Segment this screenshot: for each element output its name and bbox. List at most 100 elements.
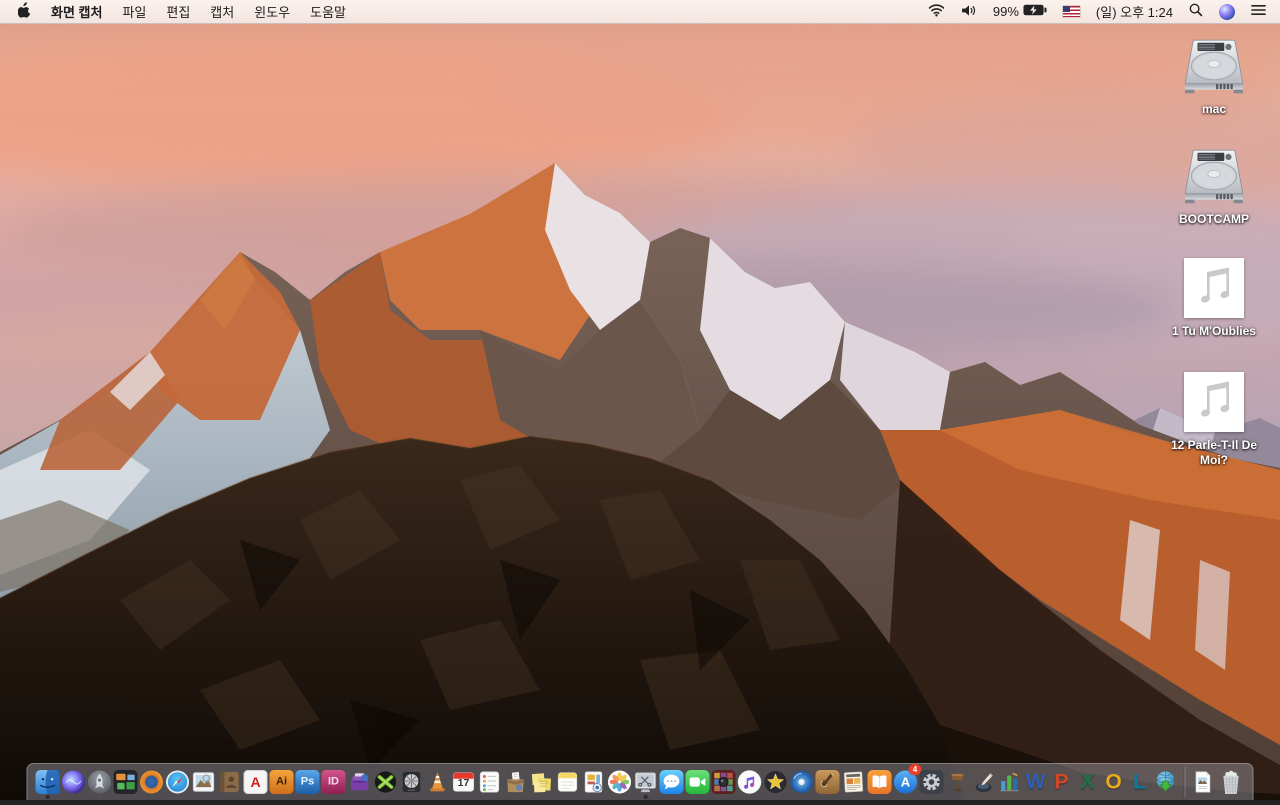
indesign-dock-icon[interactable]: ID	[321, 767, 347, 797]
image-file-dock-icon[interactable]	[1190, 767, 1216, 797]
finder-dock-icon[interactable]	[35, 767, 61, 799]
word-dock-icon[interactable]: W	[1023, 767, 1049, 797]
fan-drive-dock-icon[interactable]	[399, 767, 425, 797]
menu-item-3[interactable]: 캡처	[200, 0, 244, 23]
siri-dock-icon[interactable]	[61, 767, 87, 797]
firefox-dock-icon[interactable]	[139, 767, 165, 797]
notes-dock-icon[interactable]	[555, 767, 581, 797]
calendar-dock-icon[interactable]: 17	[451, 767, 477, 797]
notes-icon	[556, 770, 580, 794]
pages-dock-icon[interactable]	[971, 767, 997, 797]
desktop-icon-label: 12 Parle-T-Il De Moi?	[1170, 438, 1258, 467]
system-preferences-dock-icon[interactable]	[919, 767, 945, 797]
comic-life-icon	[842, 770, 866, 794]
desktop-icon-12-parle-t-il-de-moi[interactable]: 12 Parle-T-Il De Moi?	[1150, 372, 1278, 468]
trash-dock-icon[interactable]	[1216, 767, 1246, 797]
illustrator-icon	[269, 769, 294, 794]
powerpoint-dock-icon[interactable]: P	[1049, 767, 1075, 797]
menu-item-1[interactable]: 파일	[112, 0, 156, 23]
volume-menu[interactable]	[953, 4, 985, 20]
unarchiver-icon	[504, 770, 528, 794]
vlc-dock-icon[interactable]	[425, 767, 451, 797]
illustrator-dock-icon[interactable]: Ai	[269, 767, 295, 797]
comic-life-dock-icon[interactable]	[841, 767, 867, 797]
apple-menu[interactable]	[6, 2, 41, 21]
unarchiver-dock-icon[interactable]	[503, 767, 529, 797]
itunes-dock-icon[interactable]	[737, 767, 763, 797]
excel-dock-icon[interactable]: X	[1075, 767, 1101, 797]
audio-file-icon	[1184, 258, 1244, 318]
facetime-dock-icon[interactable]	[685, 767, 711, 797]
imovie-icon	[764, 770, 788, 794]
acrobat-dock-icon[interactable]: A	[243, 767, 269, 797]
contacts-dock-icon[interactable]	[217, 767, 243, 797]
safari-dock-icon[interactable]	[165, 767, 191, 797]
wifi-menu[interactable]	[920, 3, 953, 20]
menu-item-2[interactable]: 편집	[156, 0, 200, 23]
desktop-icons: mac BOOTCAMP 1 Tu M'Oublies 12 Parle-T-Il D…	[1150, 24, 1278, 524]
photos-dock-icon[interactable]	[607, 767, 633, 797]
messages-dock-icon[interactable]	[659, 767, 685, 797]
numbers-icon	[998, 770, 1022, 794]
calendar-icon	[452, 770, 476, 794]
desktop-icon-mac[interactable]: mac	[1150, 38, 1278, 117]
siri-icon	[1219, 3, 1235, 20]
siri-icon	[61, 769, 86, 794]
acrobat-icon	[243, 769, 268, 794]
app-store-dock-icon[interactable]: A4	[893, 763, 922, 797]
input-source-menu[interactable]	[1055, 6, 1088, 17]
preview-icon	[192, 770, 216, 794]
dvd-dock-icon[interactable]	[789, 767, 815, 797]
pages-icon	[972, 770, 996, 794]
preview-dock-icon[interactable]	[191, 767, 217, 797]
menu-item-4[interactable]: 윈도우	[244, 0, 300, 23]
photo-booth-icon	[711, 769, 736, 794]
templates-icon	[582, 770, 606, 794]
dvd-icon	[790, 770, 814, 794]
stickies-icon	[530, 770, 554, 794]
lync-dock-icon[interactable]: L	[1127, 767, 1153, 797]
outlook-dock-icon[interactable]: O	[1101, 767, 1127, 797]
reminders-dock-icon[interactable]	[477, 767, 503, 797]
imovie-dock-icon[interactable]	[763, 767, 789, 797]
green-x-dock-icon[interactable]	[373, 767, 399, 797]
clock-menu[interactable]: (일) 오후 1:24	[1088, 2, 1181, 21]
battery-charging-icon	[1023, 4, 1047, 19]
menu-app-name[interactable]: 화면 캡처	[41, 0, 112, 23]
photoshop-dock-icon[interactable]: Ps	[295, 767, 321, 797]
apple-logo-icon	[17, 2, 31, 21]
keynote-icon	[946, 770, 970, 794]
garageband-icon	[815, 769, 840, 794]
stickies-dock-icon[interactable]	[529, 767, 555, 797]
trash-icon	[1217, 768, 1244, 796]
desktop-icon-label: 1 Tu M'Oublies	[1172, 324, 1256, 338]
keynote-dock-icon[interactable]	[945, 767, 971, 797]
mission-control-icon	[113, 769, 138, 794]
templates-dock-icon[interactable]	[581, 767, 607, 797]
battery-percent: 99%	[992, 4, 1019, 19]
grab-icon	[634, 770, 658, 794]
desktop-icon-bootcamp[interactable]: BOOTCAMP	[1150, 148, 1278, 227]
photo-booth-dock-icon[interactable]	[711, 767, 737, 797]
spotlight-menu[interactable]	[1181, 3, 1211, 20]
outlook-icon	[1102, 770, 1126, 794]
grab-dock-icon[interactable]	[633, 767, 659, 799]
messages-icon	[659, 769, 684, 794]
launchpad-dock-icon[interactable]	[87, 767, 113, 797]
notification-center-menu[interactable]	[1243, 4, 1274, 19]
toast-dock-icon[interactable]	[347, 767, 373, 797]
menu-bar-status: 99% (일) 오후 1:24	[920, 2, 1274, 21]
green-x-icon	[374, 770, 398, 794]
siri-menu[interactable]	[1211, 3, 1243, 20]
ibooks-dock-icon[interactable]	[867, 767, 893, 797]
contacts-icon	[218, 770, 242, 794]
desktop-icon-1-tu-m-oublies[interactable]: 1 Tu M'Oublies	[1150, 258, 1278, 339]
numbers-dock-icon[interactable]	[997, 767, 1023, 797]
garageband-dock-icon[interactable]	[815, 767, 841, 797]
downloader-dock-icon[interactable]	[1153, 767, 1179, 797]
word-icon	[1024, 770, 1048, 794]
battery-menu[interactable]: 99%	[985, 4, 1055, 19]
desktop-icon-label: BOOTCAMP	[1179, 212, 1249, 226]
menu-item-5[interactable]: 도움말	[300, 0, 356, 23]
mission-control-dock-icon[interactable]	[113, 767, 139, 797]
